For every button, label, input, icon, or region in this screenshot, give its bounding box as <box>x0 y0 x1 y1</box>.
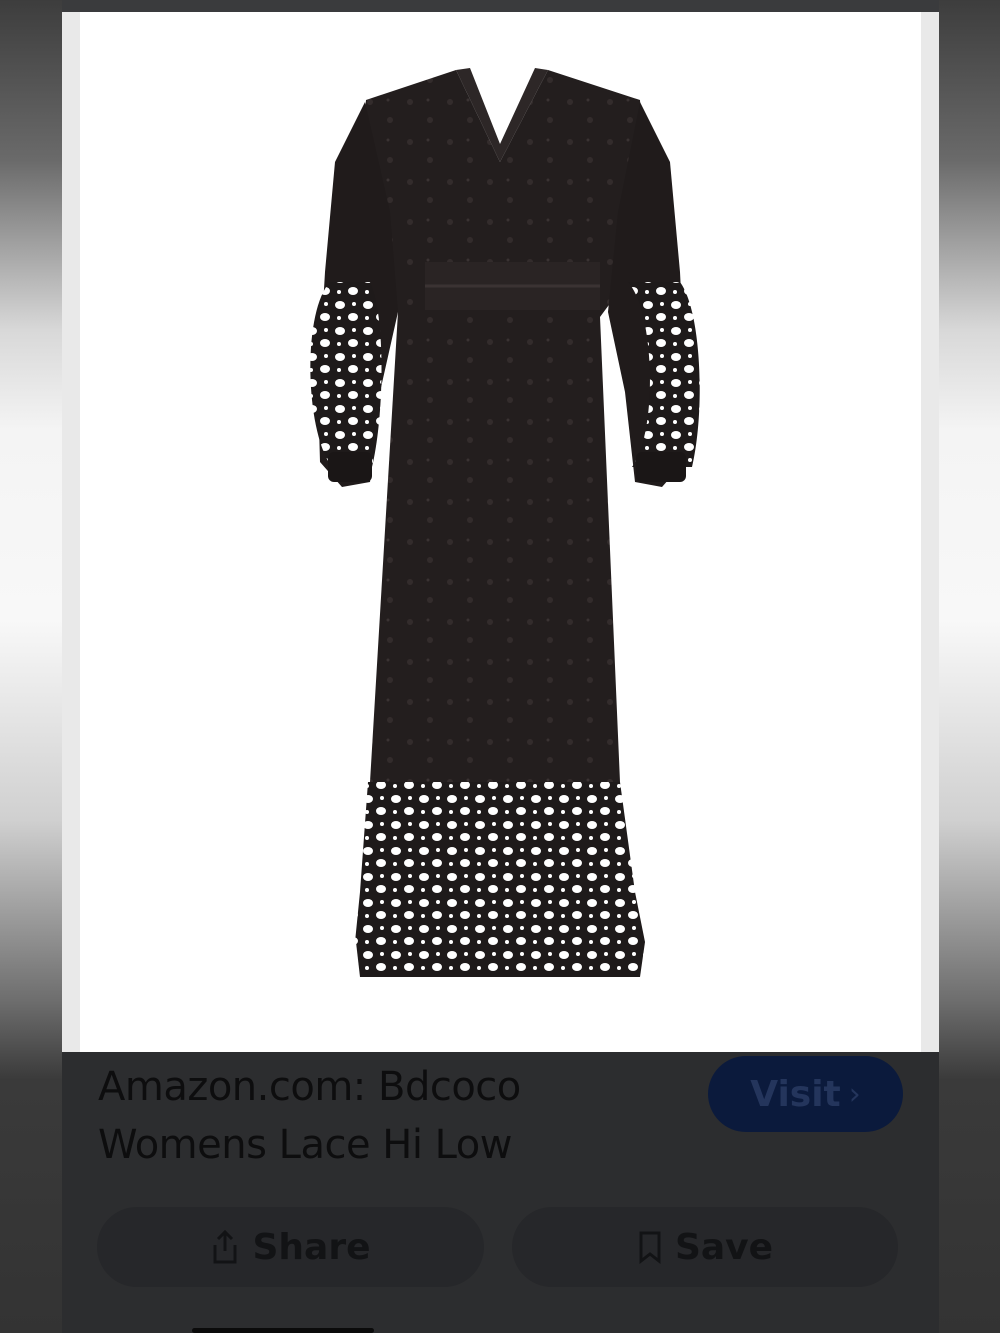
visit-label: Visit <box>750 1073 841 1115</box>
product-image-container[interactable] <box>62 12 939 1052</box>
product-image[interactable] <box>80 12 921 1052</box>
share-label: Share <box>252 1226 371 1268</box>
share-icon <box>213 1229 237 1264</box>
result-title[interactable]: Amazon.com: Bdcoco Womens Lace Hi Low <box>98 1058 658 1174</box>
visit-button[interactable]: Visit › <box>708 1056 903 1132</box>
chevron-right-icon: › <box>848 1076 861 1112</box>
home-indicator <box>192 1328 374 1333</box>
image-viewer: Amazon.com: Bdcoco Womens Lace Hi Low Vi… <box>62 0 939 1333</box>
save-button[interactable]: Save <box>512 1207 898 1287</box>
product-image-frame <box>80 12 921 1052</box>
bookmark-icon <box>639 1231 661 1264</box>
save-label: Save <box>674 1226 774 1268</box>
dress-illustration <box>310 68 700 977</box>
share-button[interactable]: Share <box>97 1207 484 1287</box>
top-bar <box>62 0 939 12</box>
